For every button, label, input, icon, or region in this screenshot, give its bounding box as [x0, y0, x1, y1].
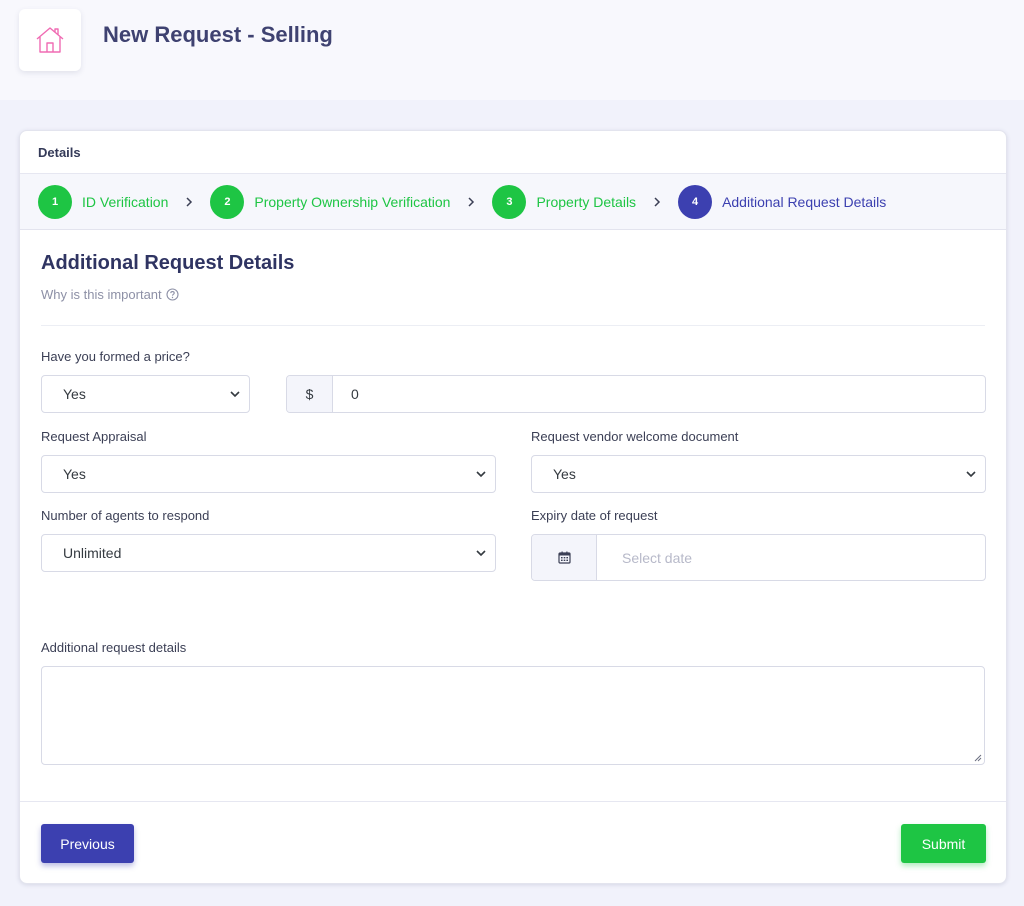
- house-icon: [36, 27, 64, 53]
- wizard-steps: 1 ID Verification 2 Property Ownership V…: [20, 174, 1006, 230]
- currency-addon: $: [287, 376, 333, 412]
- step-number: 4: [678, 184, 713, 219]
- step-label: Property Details: [536, 193, 637, 210]
- top-bar: New Request - Selling: [0, 0, 1024, 100]
- agents-label: Number of agents to respond: [41, 508, 210, 523]
- vendor-doc-select[interactable]: Yes: [531, 455, 986, 493]
- chevron-down-icon: [230, 391, 240, 398]
- step-id-verification[interactable]: 1 ID Verification: [38, 184, 169, 219]
- chevron-down-icon: [476, 550, 486, 557]
- agents-select-value: Unlimited: [63, 545, 122, 561]
- chevron-down-icon: [966, 471, 976, 478]
- appraisal-select-value: Yes: [63, 466, 86, 482]
- chevron-right-icon: [467, 196, 475, 207]
- chevron-right-icon: [653, 196, 661, 207]
- price-select-value: Yes: [63, 386, 86, 402]
- calendar-icon: [557, 551, 571, 564]
- details-label: Additional request details: [41, 640, 187, 655]
- details-textarea[interactable]: [41, 666, 985, 765]
- price-select[interactable]: Yes: [41, 375, 250, 413]
- resize-handle-icon[interactable]: [974, 754, 982, 762]
- step-additional-details[interactable]: 4 Additional Request Details: [678, 184, 887, 219]
- divider: [41, 325, 985, 326]
- step-number: 2: [210, 184, 245, 219]
- vendor-doc-select-value: Yes: [553, 466, 576, 482]
- chevron-down-icon: [476, 471, 486, 478]
- step-label: Additional Request Details: [722, 193, 887, 210]
- step-label: Property Ownership Verification: [254, 193, 451, 210]
- chevron-right-icon: [185, 196, 193, 207]
- expiry-label: Expiry date of request: [531, 508, 658, 523]
- agents-select[interactable]: Unlimited: [41, 534, 496, 572]
- details-card: Details 1 ID Verification 2 Property Own…: [19, 130, 1007, 884]
- logo: [19, 9, 81, 71]
- step-label: ID Verification: [82, 193, 169, 210]
- card-title: Details: [20, 131, 1006, 174]
- vendor-doc-label: Request vendor welcome document: [531, 429, 739, 444]
- why-important-link[interactable]: Why is this important: [41, 287, 985, 302]
- previous-button[interactable]: Previous: [41, 824, 134, 863]
- expiry-date-input[interactable]: Select date: [597, 535, 692, 580]
- help-circle-icon: [166, 288, 179, 301]
- price-input[interactable]: 0: [333, 376, 359, 412]
- calendar-addon[interactable]: [532, 535, 597, 580]
- section-title: Additional Request Details: [41, 252, 295, 274]
- why-important-text: Why is this important: [41, 287, 162, 302]
- form-body: Additional Request Details Why is this i…: [20, 230, 1006, 802]
- submit-button[interactable]: Submit: [901, 824, 986, 863]
- appraisal-label: Request Appraisal: [41, 429, 147, 444]
- price-label: Have you formed a price?: [41, 349, 190, 364]
- page-title: New Request - Selling: [103, 22, 333, 47]
- step-property-details[interactable]: 3 Property Details: [492, 184, 637, 219]
- step-number: 1: [38, 184, 72, 219]
- step-property-ownership[interactable]: 2 Property Ownership Verification: [210, 184, 451, 219]
- expiry-input-group: Select date: [531, 534, 986, 581]
- appraisal-select[interactable]: Yes: [41, 455, 496, 493]
- card-footer: Previous Submit: [20, 801, 1006, 883]
- price-input-group: $ 0: [286, 375, 986, 413]
- step-number: 3: [492, 184, 527, 219]
